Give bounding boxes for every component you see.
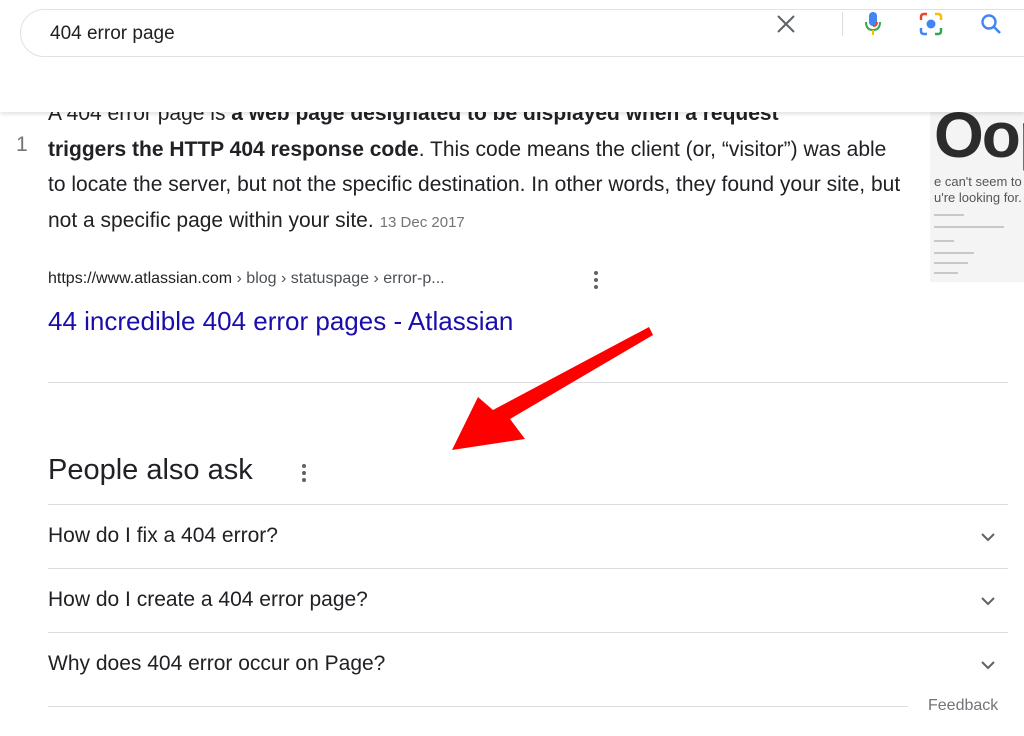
search-query-input[interactable]: 404 error page bbox=[50, 23, 175, 45]
chevron-down-icon bbox=[981, 661, 995, 670]
paa-question: How do I fix a 404 error? bbox=[48, 524, 278, 547]
paa-question: Why does 404 error occur on Page? bbox=[48, 652, 386, 675]
result-title-link[interactable]: 44 incredible 404 error pages - Atlassia… bbox=[48, 306, 513, 337]
snippet-rank-number: 1 bbox=[16, 133, 28, 156]
chevron-down-icon bbox=[981, 533, 995, 542]
paa-more-options-icon[interactable] bbox=[294, 460, 314, 486]
result-url-breadcrumbs: › blog › statuspage › error-p... bbox=[232, 270, 445, 287]
featured-snippet-text: A 404 error page is a web page designate… bbox=[48, 96, 908, 240]
result-more-options-icon[interactable] bbox=[586, 268, 606, 292]
result-url[interactable]: https://www.atlassian.com › blog › statu… bbox=[48, 270, 445, 288]
chevron-down-icon bbox=[981, 597, 995, 606]
paa-bottom-divider bbox=[48, 706, 908, 707]
paa-question-row[interactable]: How do I fix a 404 error? bbox=[48, 505, 1008, 568]
header-separator bbox=[842, 12, 843, 36]
snippet-bold-text: triggers the HTTP 404 response code bbox=[48, 137, 419, 161]
snippet-thumbnail[interactable]: Oop e can't seem to u're looking for. bbox=[930, 96, 1024, 282]
paa-question-row[interactable]: How do I create a 404 error page? bbox=[48, 569, 1008, 632]
section-divider bbox=[48, 382, 1008, 383]
search-header: 404 error page bbox=[0, 0, 1024, 112]
result-url-domain: https://www.atlassian.com bbox=[48, 270, 233, 287]
thumbnail-detail-line bbox=[934, 226, 1004, 228]
thumbnail-line-1: e can't seem to bbox=[934, 174, 1022, 189]
thumbnail-line-2: u're looking for. bbox=[934, 190, 1022, 205]
thumbnail-detail-line bbox=[934, 240, 954, 242]
thumbnail-detail-line bbox=[934, 214, 964, 216]
camera-lens-icon[interactable] bbox=[918, 11, 944, 37]
thumbnail-detail-line bbox=[934, 272, 958, 274]
people-also-ask-heading: People also ask bbox=[48, 454, 253, 486]
search-results-page: A 404 error page is a web page designate… bbox=[0, 0, 1024, 736]
feedback-link[interactable]: Feedback bbox=[928, 697, 998, 715]
thumbnail-detail-line bbox=[934, 262, 968, 264]
search-icon[interactable] bbox=[978, 11, 1004, 37]
microphone-icon[interactable] bbox=[860, 11, 886, 37]
close-icon[interactable] bbox=[773, 11, 799, 37]
paa-question: How do I create a 404 error page? bbox=[48, 588, 368, 611]
paa-question-row[interactable]: Why does 404 error occur on Page? bbox=[48, 633, 1008, 696]
thumbnail-detail-line bbox=[934, 252, 974, 254]
snippet-date: 13 Dec 2017 bbox=[379, 213, 465, 231]
